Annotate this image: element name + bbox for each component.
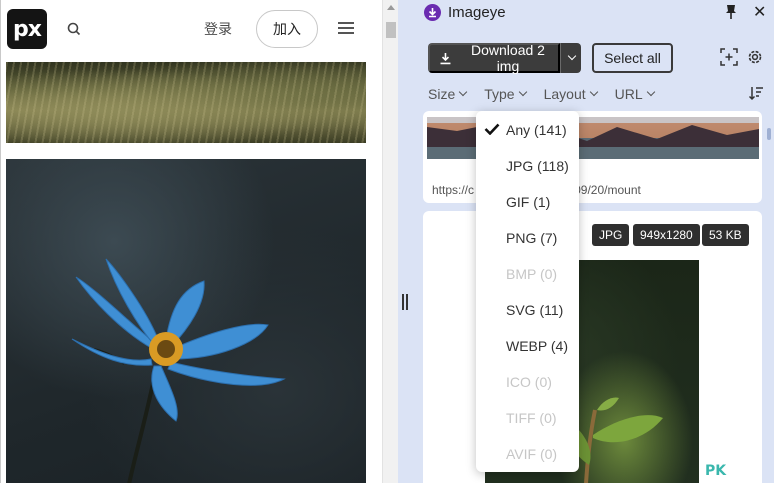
- screenshot-icon[interactable]: [720, 48, 738, 66]
- imageye-logo-icon: [424, 4, 441, 21]
- filter-url[interactable]: URL: [614, 86, 655, 102]
- panel-scrollbar-thumb[interactable]: [767, 128, 771, 140]
- download-button[interactable]: Download 2 img: [428, 42, 560, 74]
- screen: px 登录 加入 Imageye ✕ Download 2 img Select…: [0, 0, 774, 483]
- filter-size[interactable]: Size: [428, 86, 468, 102]
- filter-url-label: URL: [614, 86, 643, 102]
- login-link[interactable]: 登录: [204, 19, 232, 39]
- filter-bar: Size Type Layout URL: [428, 86, 672, 102]
- type-option-bmp: BMP (0): [506, 266, 558, 282]
- chevron-down-icon: [458, 87, 468, 97]
- type-option-png[interactable]: PNG (7): [506, 230, 557, 246]
- filter-size-label: Size: [428, 86, 456, 102]
- site-header: px 登录 加入: [1, 0, 382, 60]
- site-scrollbar[interactable]: [382, 0, 398, 483]
- format-badge: JPG: [592, 224, 630, 246]
- watermark-logo: PK: [705, 463, 727, 479]
- filter-layout[interactable]: Layout: [543, 86, 598, 102]
- panel-resize-handle[interactable]: [402, 294, 410, 310]
- type-dropdown-menu: Any (141) JPG (118) GIF (1) PNG (7) BMP …: [476, 111, 579, 472]
- panel-title: Imageye: [448, 4, 506, 21]
- filesize-badge: 53 KB: [702, 224, 749, 246]
- close-icon[interactable]: ✕: [753, 2, 766, 21]
- website-pane: px 登录 加入: [0, 0, 382, 483]
- chevron-down-icon: [567, 51, 577, 61]
- type-option-svg[interactable]: SVG (11): [506, 302, 563, 318]
- type-option-gif[interactable]: GIF (1): [506, 194, 550, 210]
- join-button[interactable]: 加入: [256, 10, 318, 48]
- resolution-badge: 949x1280: [633, 224, 700, 246]
- gear-icon[interactable]: [746, 48, 764, 66]
- type-option-avif: AVIF (0): [506, 446, 558, 462]
- blue-flower-illustration: [71, 258, 286, 483]
- image-card[interactable]: https://c photo/2023/10/14/09/20/mount: [423, 111, 762, 203]
- imageye-panel: Imageye ✕ Download 2 img Select all Size…: [398, 0, 774, 483]
- filter-layout-label: Layout: [543, 86, 586, 102]
- type-option-jpg[interactable]: JPG (118): [506, 158, 569, 174]
- select-all-button[interactable]: Select all: [592, 43, 673, 73]
- type-option-webp[interactable]: WEBP (4): [506, 338, 568, 354]
- sort-icon[interactable]: [748, 85, 764, 101]
- type-option-ico: ICO (0): [506, 374, 552, 390]
- menu-icon[interactable]: [338, 22, 354, 36]
- grass-photo[interactable]: [6, 62, 366, 143]
- chevron-down-icon: [646, 87, 655, 97]
- download-label: Download 2 img: [471, 42, 545, 74]
- download-icon: [440, 52, 451, 64]
- pin-icon[interactable]: [724, 4, 738, 20]
- chevron-down-icon: [518, 87, 527, 97]
- search-icon[interactable]: [66, 21, 82, 37]
- type-option-tiff: TIFF (0): [506, 410, 557, 426]
- filter-type[interactable]: Type: [484, 86, 527, 102]
- type-option-any[interactable]: Any (141): [506, 122, 567, 138]
- chevron-down-icon: [589, 87, 598, 97]
- blue-flower-photo[interactable]: [6, 159, 366, 483]
- check-icon: [484, 123, 500, 135]
- scrollbar-thumb[interactable]: [386, 22, 396, 38]
- image-card[interactable]: JPG 949x1280 53 KB: [423, 211, 762, 483]
- site-logo[interactable]: px: [7, 9, 47, 49]
- scroll-up-arrow-icon[interactable]: [387, 5, 395, 10]
- download-options-button[interactable]: [560, 43, 581, 73]
- filter-type-label: Type: [484, 86, 515, 102]
